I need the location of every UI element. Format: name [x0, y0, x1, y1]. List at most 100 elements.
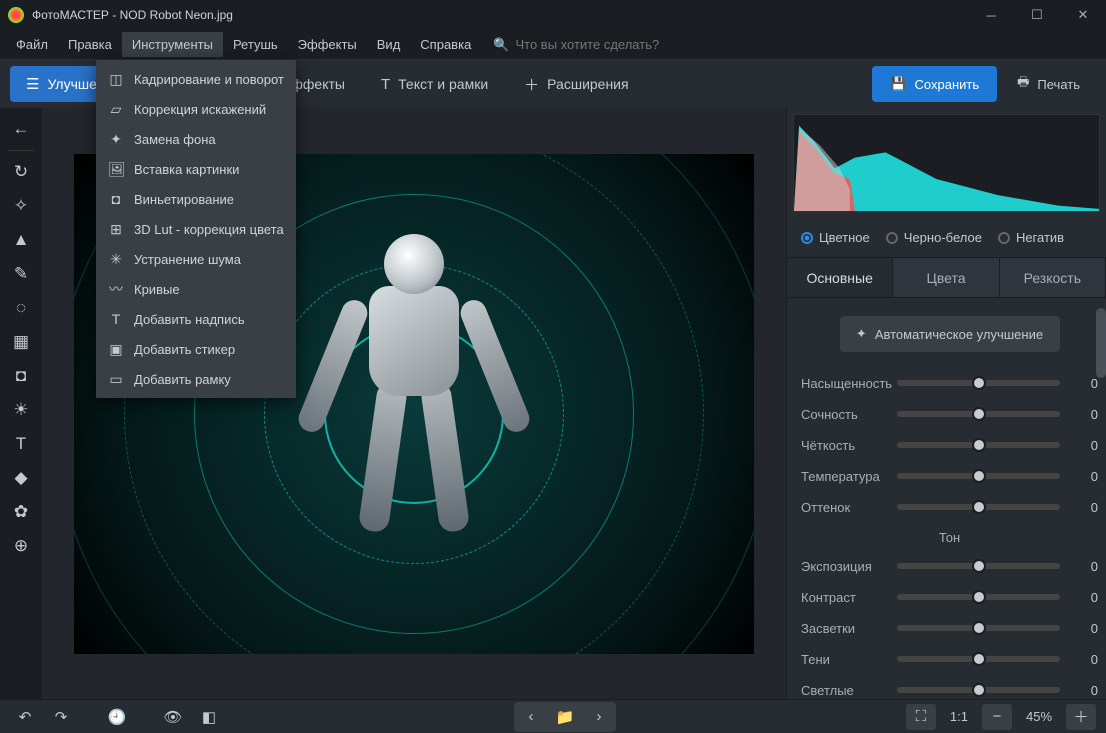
dropdown-item[interactable]: ◘Виньетирование — [96, 184, 296, 214]
globe-icon[interactable]: ⊕ — [4, 531, 38, 561]
history-button[interactable]: 🕘 — [102, 704, 132, 730]
slider-thumb[interactable] — [972, 407, 986, 421]
radio-bw[interactable]: Черно-белое — [886, 230, 982, 245]
stamp-icon[interactable]: ▲ — [4, 225, 38, 255]
clone-icon[interactable]: ✿ — [4, 497, 38, 527]
colormode-bar: Цветное Черно-белое Негатив — [787, 218, 1106, 258]
radio-negative[interactable]: Негатив — [998, 230, 1064, 245]
distort-icon: ▱ — [108, 101, 124, 118]
print-button[interactable]: 🖶 Печать — [1001, 66, 1096, 102]
slider-thumb[interactable] — [972, 376, 986, 390]
dropdown-item[interactable]: ▣Добавить стикер — [96, 334, 296, 364]
dropdown-label: Добавить стикер — [134, 342, 235, 357]
light-icon[interactable]: ☀ — [4, 395, 38, 425]
lut-icon: ⊞ — [108, 221, 124, 238]
zoom-out-button[interactable]: − — [982, 704, 1012, 730]
heal-icon[interactable]: ✧ — [4, 191, 38, 221]
tab-colors[interactable]: Цвета — [893, 258, 999, 297]
slider-row: Чёткость0 — [801, 430, 1098, 460]
menu-effects[interactable]: Эффекты — [288, 32, 367, 57]
dropdown-item[interactable]: ✦ Замена фона — [96, 124, 296, 154]
scrollbar-thumb[interactable] — [1096, 308, 1106, 378]
slider-track[interactable] — [897, 594, 1060, 600]
undo-button[interactable]: ↶ — [10, 704, 40, 730]
text-tool-icon[interactable]: T — [4, 429, 38, 459]
slider-track[interactable] — [897, 563, 1060, 569]
slider-track[interactable] — [897, 411, 1060, 417]
menu-view[interactable]: Вид — [367, 32, 411, 57]
dropdown-item[interactable]: ▭Добавить рамку — [96, 364, 296, 394]
dropdown-item[interactable]: ◫Кадрирование и поворот — [96, 64, 296, 94]
dropdown-item[interactable]: ▱Коррекция искажений — [96, 94, 296, 124]
slider-thumb[interactable] — [972, 469, 986, 483]
menu-edit[interactable]: Правка — [58, 32, 122, 57]
slider-label: Контраст — [801, 590, 897, 605]
slider-thumb[interactable] — [972, 621, 986, 635]
auto-enhance-button[interactable]: ✦ Автоматическое улучшение — [840, 316, 1060, 352]
dropdown-item[interactable]: ⊞3D Lut - коррекция цвета — [96, 214, 296, 244]
bg-icon: ✦ — [108, 131, 124, 148]
dropdown-label: Добавить надпись — [134, 312, 245, 327]
slider-value: 0 — [1068, 559, 1098, 574]
dropdown-item[interactable]: TДобавить надпись — [96, 304, 296, 334]
slider-value: 0 — [1068, 407, 1098, 422]
slider-thumb[interactable] — [972, 683, 986, 697]
back-button[interactable]: ← — [4, 114, 38, 144]
slider-thumb[interactable] — [972, 590, 986, 604]
fill-icon[interactable]: ◆ — [4, 463, 38, 493]
eye-button[interactable]: 👁 — [158, 704, 188, 730]
dropdown-label: Кривые — [134, 282, 180, 297]
save-button[interactable]: 💾 Сохранить — [872, 66, 997, 102]
menu-retouch[interactable]: Ретушь — [223, 32, 288, 57]
rotate-icon[interactable]: ↻ — [4, 157, 38, 187]
close-button[interactable]: ✕ — [1060, 0, 1106, 30]
search-input[interactable] — [515, 37, 715, 52]
radial-icon[interactable]: ◌ — [4, 293, 38, 323]
folder-button[interactable]: 📁 — [550, 704, 580, 730]
radio-icon — [886, 232, 898, 244]
redo-button[interactable]: ↷ — [46, 704, 76, 730]
gradient-icon[interactable]: ▦ — [4, 327, 38, 357]
fit-button[interactable]: ⛶ — [906, 704, 936, 730]
menu-tools[interactable]: Инструменты — [122, 32, 223, 57]
dropdown-label: Замена фона — [134, 132, 216, 147]
dropdown-item[interactable]: 🖼Вставка картинки — [96, 154, 296, 184]
slider-track[interactable] — [897, 504, 1060, 510]
tab-main[interactable]: Основные — [787, 258, 893, 297]
slider-track[interactable] — [897, 625, 1060, 631]
slider-track[interactable] — [897, 442, 1060, 448]
slider-track[interactable] — [897, 380, 1060, 386]
slider-label: Насыщенность — [801, 376, 897, 391]
histogram[interactable] — [793, 114, 1100, 212]
slider-thumb[interactable] — [972, 559, 986, 573]
next-button[interactable]: › — [584, 704, 614, 730]
search-icon: 🔍 — [493, 37, 509, 53]
slider-thumb[interactable] — [972, 500, 986, 514]
menu-help[interactable]: Справка — [410, 32, 481, 57]
slider-track[interactable] — [897, 687, 1060, 693]
maximize-button[interactable]: ☐ — [1014, 0, 1060, 30]
slider-row: Засветки0 — [801, 613, 1098, 643]
tab-sharp[interactable]: Резкость — [1000, 258, 1106, 297]
slider-thumb[interactable] — [972, 438, 986, 452]
tab-extensions[interactable]: ＋ Расширения — [508, 66, 644, 102]
save-icon: 💾 — [890, 76, 906, 92]
compare-button[interactable]: ◧ — [194, 704, 224, 730]
noise-icon: ✳ — [108, 251, 124, 268]
dropdown-item[interactable]: ✳Устранение шума — [96, 244, 296, 274]
brush-tool-icon[interactable]: ✎ — [4, 259, 38, 289]
dropdown-item[interactable]: 〰Кривые — [96, 274, 296, 304]
slider-thumb[interactable] — [972, 652, 986, 666]
slider-track[interactable] — [897, 656, 1060, 662]
slider-row: Сочность0 — [801, 399, 1098, 429]
tab-text[interactable]: T Текст и рамки — [365, 66, 504, 102]
menu-file[interactable]: Файл — [6, 32, 58, 57]
minimize-button[interactable]: ─ — [968, 0, 1014, 30]
vignette-icon[interactable]: ◘ — [4, 361, 38, 391]
zoom-in-button[interactable]: ＋ — [1066, 704, 1096, 730]
zoom-11[interactable]: 1:1 — [950, 709, 968, 724]
prev-button[interactable]: ‹ — [516, 704, 546, 730]
slider-track[interactable] — [897, 473, 1060, 479]
slider-row: Насыщенность0 — [801, 368, 1098, 398]
radio-color[interactable]: Цветное — [801, 230, 870, 245]
